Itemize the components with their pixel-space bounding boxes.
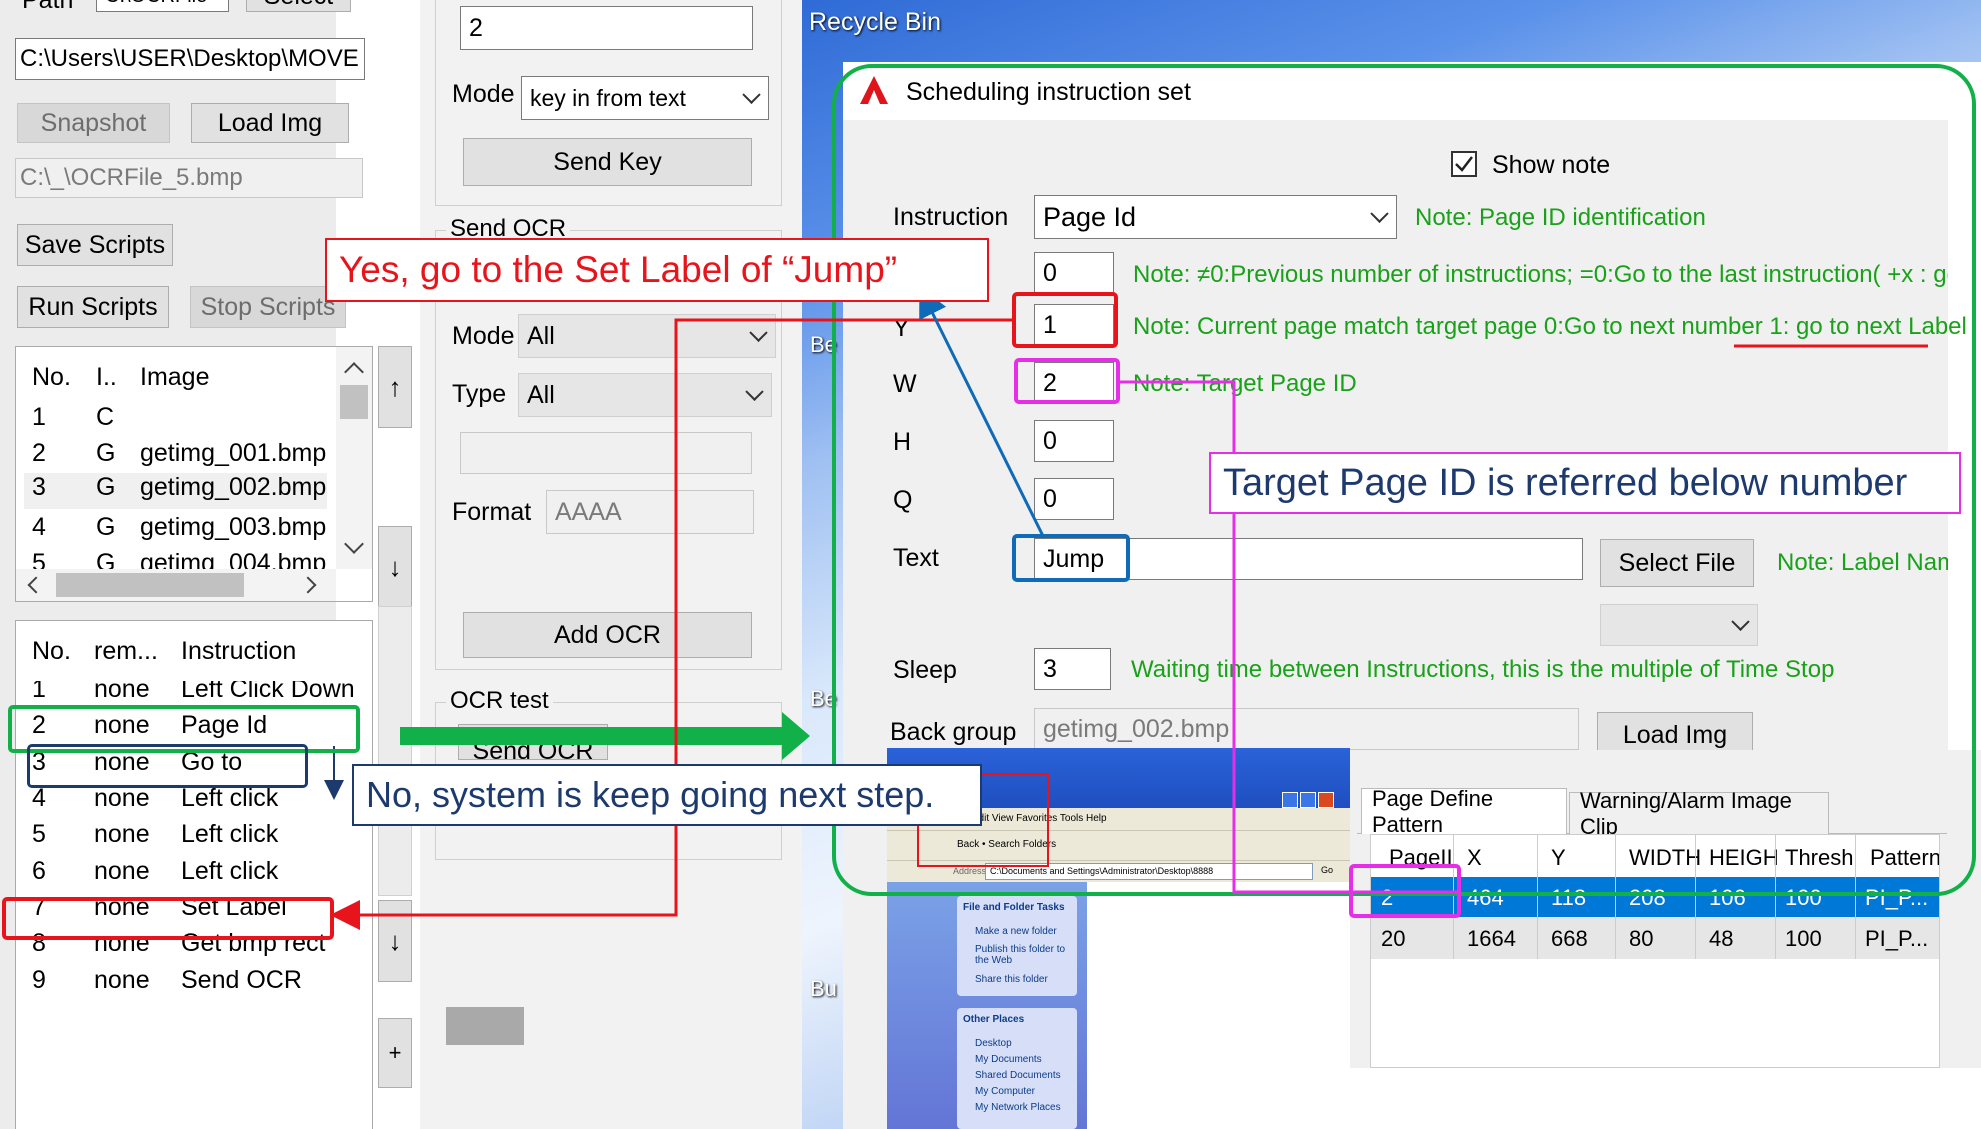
green-arrow-head xyxy=(782,712,810,760)
annotation-lines xyxy=(324,64,1976,930)
highlight-w-field xyxy=(1014,358,1120,404)
yes-callout: Yes, go to the Set Label of “Jump” xyxy=(325,238,989,302)
no-callout: No, system is keep going next step. xyxy=(352,764,982,826)
highlight-set-label-row xyxy=(2,897,334,940)
target-callout: Target Page ID is referred below number xyxy=(1209,452,1961,514)
highlight-go-to-row xyxy=(27,744,308,788)
highlight-text-field xyxy=(1012,534,1130,582)
highlight-page-id-cell xyxy=(1349,864,1461,918)
green-arrow-shaft xyxy=(400,727,790,745)
highlight-y-field xyxy=(1012,292,1118,348)
